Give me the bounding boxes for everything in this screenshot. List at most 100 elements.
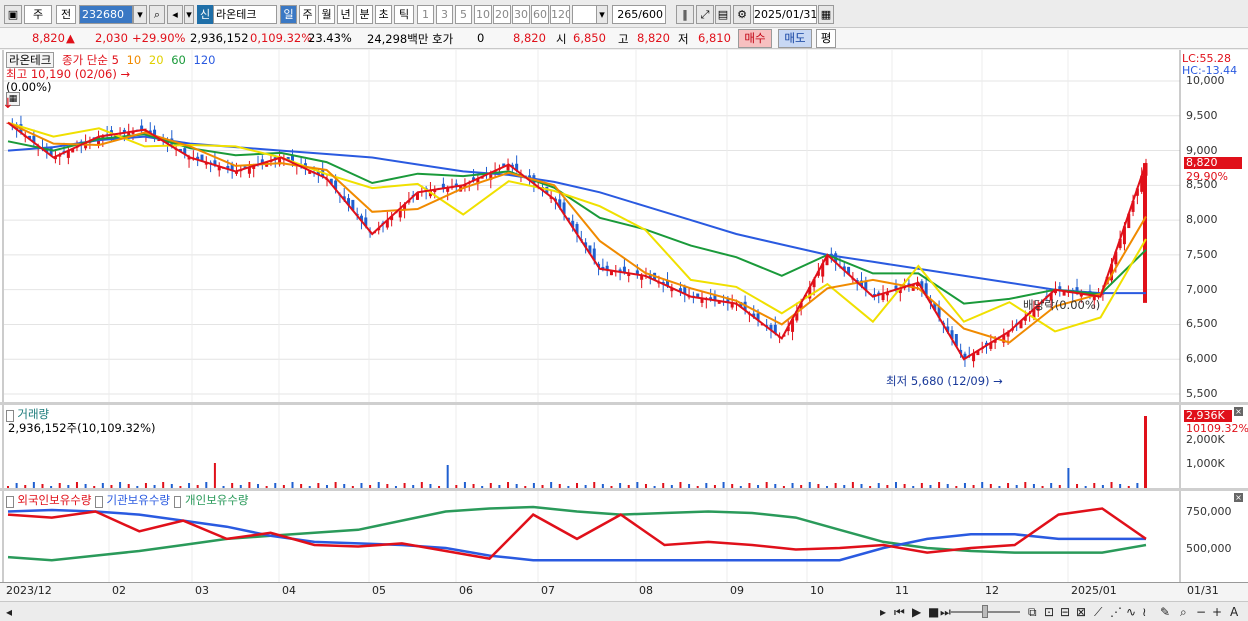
candle-icon[interactable]: ‖ [676,5,694,24]
high-arrow-icon: → [120,67,131,81]
stock-code-input[interactable]: 232680 [79,5,133,24]
zoom-slider-handle[interactable] [982,605,988,618]
tool-icon-4[interactable]: ⊠ [1076,605,1086,619]
magnifier-icon[interactable]: ⌕ [1180,605,1187,620]
bottom-scroll-bar: ◂ ▸ ⏮ ▶ ■ ⏭ ⧉ ⊡ ⊟ ⊠ ⟋ ⋰ ∿ ≀ ✎ ⌕ − + A [0,601,1248,621]
holding-tick-750k: 750,000 [1186,505,1232,518]
tab-week[interactable]: 주 [299,5,316,24]
stock-name-field[interactable]: 라온테크 [213,5,277,24]
x-tick-label: 2025/01 [1071,584,1117,597]
window-menu-icon[interactable]: ▣ [4,5,22,24]
period-select[interactable]: 주 [24,5,52,24]
rewind-icon[interactable]: ⏮ [894,605,905,620]
stock-chart-canvas[interactable] [0,50,1248,602]
market-badge: 신 [197,5,213,24]
zoom-in-icon[interactable]: + [1212,605,1222,619]
pen-icon[interactable]: ✎ [1160,605,1170,619]
x-tick-label: 04 [282,584,296,597]
custom-interval-dropdown-icon[interactable]: ▾ [596,5,608,24]
volume-bar [446,465,449,488]
last-volume-pct: 10109.32% [1186,422,1248,435]
high-price: 8,820 [637,31,670,45]
interval-60[interactable]: 60 [531,5,549,24]
data-count: 265 [617,8,639,21]
bid-value: 0 [477,31,485,45]
tool-icon-2[interactable]: ⊡ [1044,605,1054,619]
auto-scale-icon[interactable]: A [1230,605,1238,619]
tool-icon-3[interactable]: ⊟ [1060,605,1070,619]
interval-20[interactable]: 20 [493,5,511,24]
save-icon[interactable]: ▤ [715,5,731,24]
x-tick-label: 05 [372,584,386,597]
scroll-left-icon[interactable]: ◂ [6,605,12,619]
volume-value: 2,936,152 [190,31,249,45]
panel-box-icon-4[interactable] [173,496,182,508]
interval-1[interactable]: 1 [417,5,434,24]
data-count-field[interactable]: 265/600 [612,5,666,24]
interval-30[interactable]: 30 [512,5,530,24]
gear-icon[interactable]: ⚙ [733,5,751,24]
eval-button[interactable]: 평 [816,29,836,48]
calendar-icon[interactable]: ▦ [818,5,834,24]
last-volume-bar [1144,416,1147,488]
up-arrow-icon: ▲ [66,31,75,45]
low-note: 최저 5,680 (12/09) [886,374,990,388]
ma5-label: 5 [111,53,119,67]
speaker-dropdown-icon[interactable]: ▾ [184,5,194,24]
ma-label: 종가 단순 [61,53,108,67]
panel-divider-2[interactable] [0,488,1248,491]
price-change-pct: +29.90% [132,31,186,45]
panel-box-icon-3[interactable] [95,496,103,508]
compare-button[interactable]: 전 [56,5,76,24]
tab-year[interactable]: 년 [337,5,354,24]
price-change: 2,030 [95,31,128,45]
open-label: 시 [556,32,567,46]
trend-icon-1[interactable]: ⟋ [1094,605,1102,620]
price-tick: 9,000 [1186,143,1218,157]
sell-button[interactable]: 매도 [778,29,812,48]
x-tick-label: 06 [459,584,473,597]
tab-day[interactable]: 일 [280,5,297,24]
search-icon[interactable]: ⌕ [149,5,165,24]
stop-icon[interactable]: ■ [928,605,939,619]
panel-divider[interactable] [0,402,1248,405]
interval-120[interactable]: 120 [550,5,570,24]
interval-5[interactable]: 5 [455,5,472,24]
date-field[interactable]: 2025/01/31 [753,5,817,24]
trend-icon-4[interactable]: ≀ [1142,605,1147,619]
last-volume-tag: 2,936K [1184,410,1232,422]
x-tick-label: 12 [985,584,999,597]
tab-month[interactable]: 월 [318,5,335,24]
interval-3[interactable]: 3 [436,5,453,24]
interval-10[interactable]: 10 [474,5,492,24]
zoom-out-icon[interactable]: − [1196,605,1206,619]
trend-icon-3[interactable]: ∿ [1126,605,1136,619]
speaker-icon[interactable]: ◂ [167,5,183,24]
x-tick-label: 07 [541,584,555,597]
indiv-holding-label: 개인보유수량 [185,493,249,507]
current-price: 8,820 [32,31,65,45]
holding-panel-close-icon[interactable]: × [1234,493,1243,502]
x-tick-label: 11 [895,584,909,597]
line-draw-icon[interactable]: ⤢ [696,5,714,24]
ma120-line [7,135,1146,295]
low-price: 6,810 [698,31,731,45]
volume-bar [213,463,216,488]
buy-button[interactable]: 매수 [738,29,772,48]
panel-box-icon-2[interactable] [6,496,14,508]
volume-panel-close-icon[interactable]: × [1234,407,1243,416]
x-tick-label: 01/31 [1187,584,1219,597]
scroll-right-icon[interactable]: ▸ [880,605,886,619]
play-icon[interactable]: ▶ [912,605,921,619]
tab-tick[interactable]: 틱 [394,5,414,24]
trend-icon-2[interactable]: ⋰ [1110,605,1122,619]
price-tick: 7,500 [1186,247,1218,261]
tab-minute[interactable]: 분 [356,5,373,24]
x-tick-label: 03 [195,584,209,597]
tool-icon-1[interactable]: ⧉ [1028,605,1037,620]
chart-area[interactable]: 라온테크 종가 단순 5 10 20 60 120 최고 10,190 (02/… [0,50,1248,602]
code-dropdown-icon[interactable]: ▾ [133,5,147,24]
tab-second[interactable]: 초 [375,5,392,24]
volume-note: 2,936,152주(10,109.32%) [8,421,156,435]
turnover-rate: 23.43% [308,31,352,45]
